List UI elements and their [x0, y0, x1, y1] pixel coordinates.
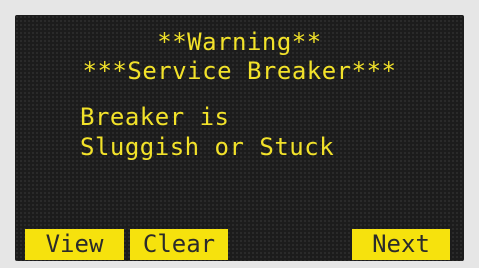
view-button[interactable]: View [25, 229, 124, 260]
next-button[interactable]: Next [352, 229, 450, 260]
message-line-2: Sluggish or Stuck [80, 133, 335, 161]
message-line-1: Breaker is [80, 103, 230, 131]
device-bezel: **Warning** ***Service Breaker*** Breake… [0, 0, 479, 268]
warning-title: **Warning** [157, 28, 322, 56]
clear-button[interactable]: Clear [130, 229, 228, 260]
lcd-display: **Warning** ***Service Breaker*** Breake… [15, 15, 464, 261]
warning-subtitle: ***Service Breaker*** [82, 57, 397, 85]
